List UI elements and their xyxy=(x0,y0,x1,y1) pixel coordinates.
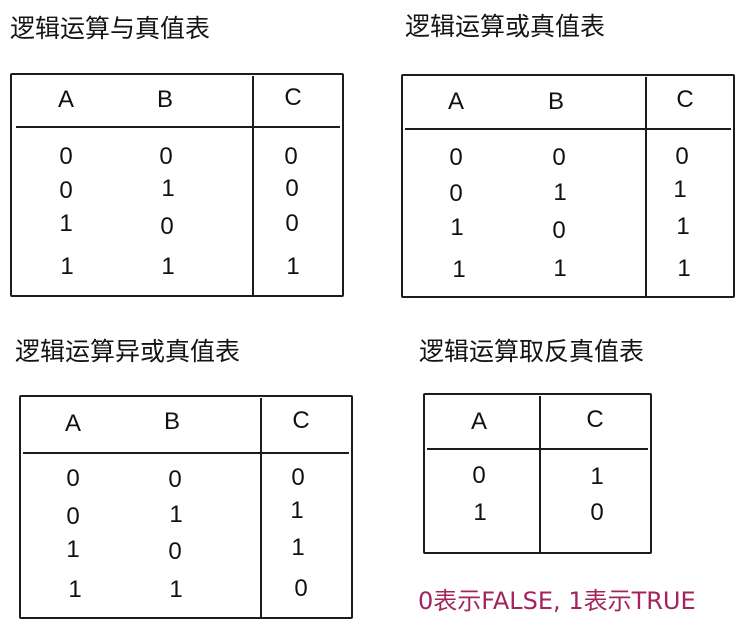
not-header-a: A xyxy=(470,408,487,435)
xor-row4-c: 0 xyxy=(294,575,308,602)
xor-row3-a: 1 xyxy=(66,536,80,563)
or-row3-a: 1 xyxy=(450,214,464,241)
xor-row1-c: 0 xyxy=(291,464,305,491)
not-table-frame xyxy=(423,393,652,554)
xor-row1-b: 0 xyxy=(168,466,182,493)
and-row1-c: 0 xyxy=(284,143,298,170)
xor-header-a: A xyxy=(64,410,81,437)
xor-header-b: B xyxy=(163,408,180,435)
or-header-b: B xyxy=(547,88,564,115)
or-table-column-divider xyxy=(645,77,647,297)
not-row2-a: 1 xyxy=(473,499,487,526)
and-row3-b: 0 xyxy=(160,213,174,240)
xor-row2-a: 0 xyxy=(66,503,80,530)
or-row2-a: 0 xyxy=(449,180,463,207)
or-row1-a: 0 xyxy=(449,144,463,171)
and-table-column-divider xyxy=(252,76,254,296)
xor-header-c: C xyxy=(292,407,310,434)
and-row4-a: 1 xyxy=(60,253,74,280)
or-table-title: 逻辑运算或真值表 xyxy=(405,12,606,41)
xor-row4-b: 1 xyxy=(169,576,183,603)
legend-note: 0表示FALSE, 1表示TRUE xyxy=(418,587,696,615)
and-row1-a: 0 xyxy=(59,143,73,170)
and-row4-c: 1 xyxy=(286,253,300,280)
and-row1-b: 0 xyxy=(159,143,173,170)
not-table-header-divider xyxy=(427,448,648,450)
and-row2-a: 0 xyxy=(59,177,73,204)
and-header-c: C xyxy=(284,84,302,111)
or-row4-a: 1 xyxy=(452,256,466,283)
or-row4-c: 1 xyxy=(677,255,691,282)
and-row4-b: 1 xyxy=(161,253,175,280)
or-row1-c: 0 xyxy=(675,143,689,170)
xor-row3-b: 0 xyxy=(168,538,182,565)
not-table-title: 逻辑运算取反真值表 xyxy=(419,337,645,366)
or-row3-b: 0 xyxy=(552,217,566,244)
not-row1-a: 0 xyxy=(472,462,486,489)
or-header-c: C xyxy=(676,86,694,113)
or-row4-b: 1 xyxy=(553,255,567,282)
xor-row2-b: 1 xyxy=(169,501,183,528)
or-row2-c: 1 xyxy=(673,176,687,203)
and-row3-a: 1 xyxy=(59,210,73,237)
xor-row3-c: 1 xyxy=(291,534,305,561)
or-header-a: A xyxy=(447,88,464,115)
and-table-title: 逻辑运算与真值表 xyxy=(10,14,211,43)
or-row2-b: 1 xyxy=(553,179,567,206)
and-table-header-divider xyxy=(16,126,340,128)
or-row3-c: 1 xyxy=(676,213,690,240)
and-header-a: A xyxy=(57,86,74,113)
or-table-header-divider xyxy=(405,128,731,130)
and-row3-c: 0 xyxy=(285,210,299,237)
and-header-b: B xyxy=(156,86,173,113)
and-row2-c: 0 xyxy=(285,175,299,202)
not-row1-c: 1 xyxy=(590,463,604,490)
xor-row4-a: 1 xyxy=(68,576,82,603)
not-table-column-divider xyxy=(539,396,541,552)
xor-table-header-divider xyxy=(23,452,349,454)
xor-table-title: 逻辑运算异或真值表 xyxy=(15,337,241,366)
xor-row2-c: 1 xyxy=(290,497,304,524)
xor-row1-a: 0 xyxy=(66,465,80,492)
not-header-c: C xyxy=(586,406,604,433)
and-row2-b: 1 xyxy=(161,175,175,202)
or-row1-b: 0 xyxy=(552,144,566,171)
not-row2-c: 0 xyxy=(590,499,604,526)
xor-table-column-divider xyxy=(260,398,262,618)
